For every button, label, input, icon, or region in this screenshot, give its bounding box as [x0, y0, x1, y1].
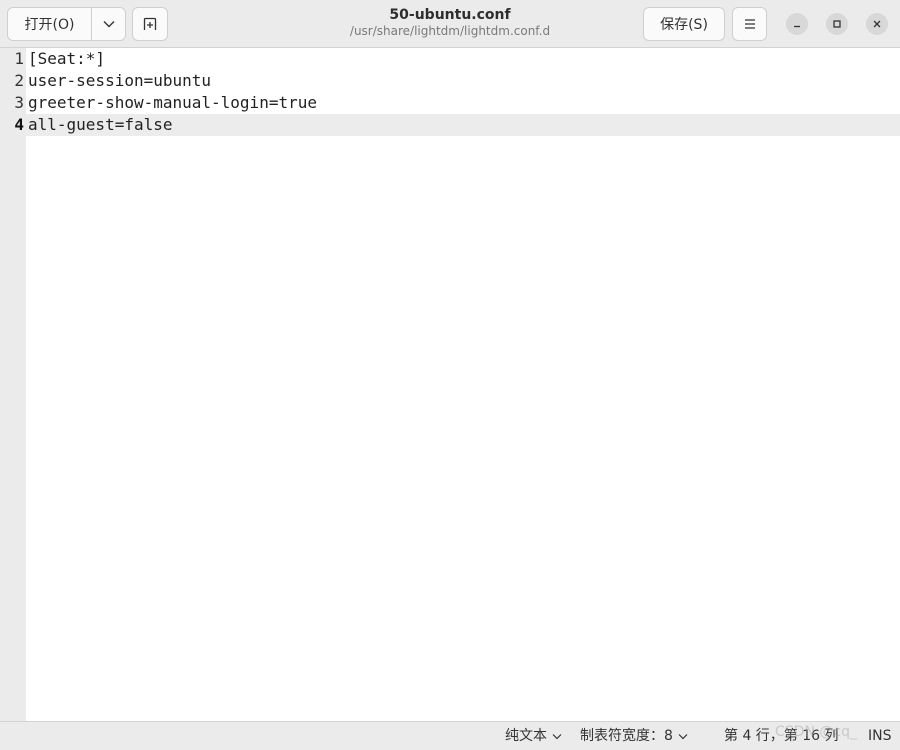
language-label: 纯文本: [505, 728, 547, 744]
minimize-button[interactable]: [786, 13, 808, 35]
tab-width-selector[interactable]: 制表符宽度：8: [580, 727, 688, 745]
main-menu-button[interactable]: [732, 7, 767, 41]
text-editor[interactable]: [26, 48, 900, 721]
minimize-icon: [794, 25, 800, 28]
chevron-down-icon: [552, 733, 562, 739]
cursor-position-label: 第 4 行，第 16 列: [724, 728, 839, 744]
window-title-block: 50-ubuntu.conf /usr/share/lightdm/lightd…: [300, 7, 600, 39]
chevron-down-icon: [678, 733, 688, 739]
open-button-label: 打开(O): [24, 17, 75, 33]
line-number: 2: [14, 71, 24, 90]
insert-mode-label: INS: [868, 728, 892, 744]
save-button-label: 保存(S): [660, 17, 708, 33]
open-dropdown-button[interactable]: [92, 8, 125, 40]
line-number-gutter: [0, 48, 26, 721]
insert-mode-indicator[interactable]: INS: [868, 727, 892, 745]
code-line[interactable]: user-session=ubuntu: [28, 70, 211, 92]
code-line[interactable]: [Seat:*]: [28, 48, 105, 70]
code-line-current[interactable]: all-guest=false: [28, 114, 173, 136]
open-button-group: 打开(O): [7, 7, 126, 41]
new-tab-icon: [143, 17, 157, 30]
window-title: 50-ubuntu.conf: [389, 7, 511, 23]
new-tab-button[interactable]: [132, 7, 168, 41]
close-icon: [873, 20, 881, 28]
maximize-button[interactable]: [826, 13, 848, 35]
line-number: 1: [14, 49, 24, 68]
line-number: 3: [14, 93, 24, 112]
line-number-current: 4: [14, 115, 24, 134]
open-button[interactable]: 打开(O): [8, 8, 92, 40]
header-bar: 打开(O) 50-ubuntu.conf /usr/share/lightdm/…: [0, 0, 900, 48]
cursor-position[interactable]: 第 4 行，第 16 列: [724, 727, 839, 745]
close-button[interactable]: [866, 13, 888, 35]
tab-width-label: 制表符宽度：8: [580, 728, 673, 744]
chevron-down-icon: [103, 21, 114, 28]
status-bar: 纯文本 制表符宽度：8 第 4 行，第 16 列 INS: [0, 721, 900, 750]
save-button[interactable]: 保存(S): [643, 7, 725, 41]
window-subtitle: /usr/share/lightdm/lightdm.conf.d: [349, 24, 551, 38]
language-selector[interactable]: 纯文本: [505, 727, 562, 745]
code-line[interactable]: greeter-show-manual-login=true: [28, 92, 317, 114]
maximize-icon: [833, 20, 841, 28]
hamburger-menu-icon: [744, 19, 755, 29]
